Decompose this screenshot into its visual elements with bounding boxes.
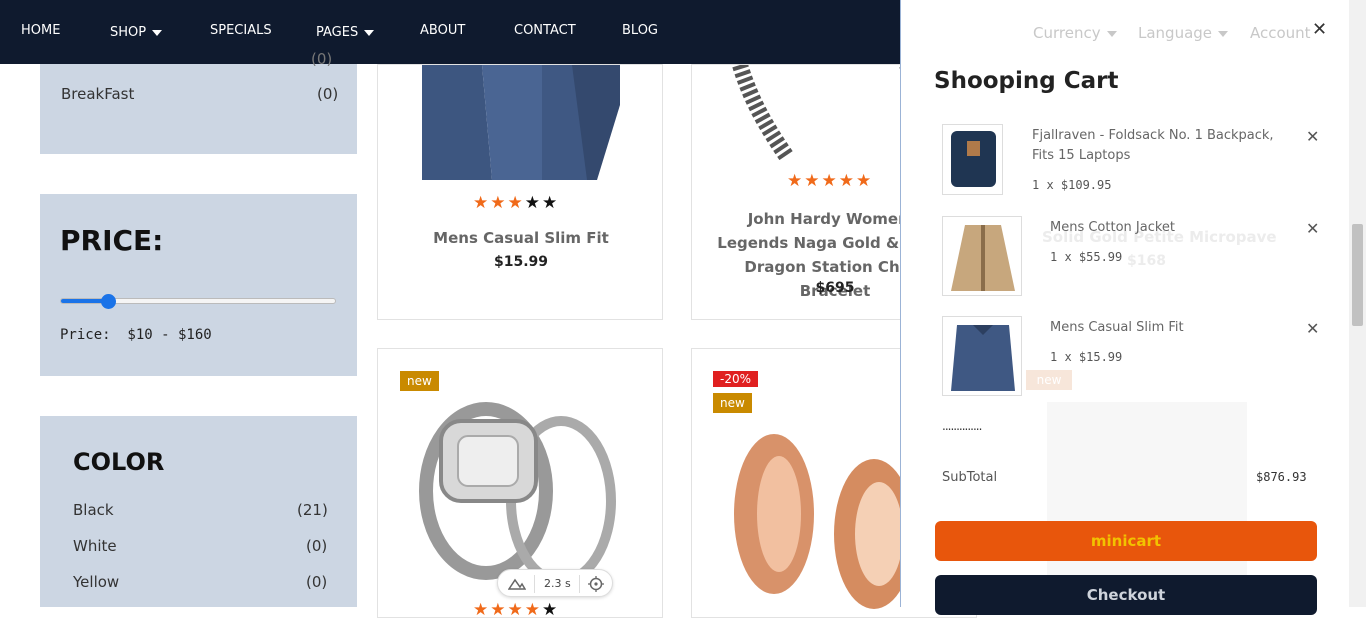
cart-item-quantity-price: 1 x $109.95 [1032,178,1112,192]
cart-item-thumbnail[interactable] [942,216,1022,296]
shirt-image [951,325,1015,391]
rating-stars: ★★★★★ [473,600,560,620]
chevron-down-icon [1218,30,1229,37]
nav-home-link[interactable]: HOME [21,23,60,38]
product-price: $15.99 [493,254,549,270]
category-item-breakfast[interactable]: BreakFast [61,85,134,103]
close-cart-button[interactable]: ✕ [1312,19,1327,40]
cart-item-quantity-price: 1 x $15.99 [1050,350,1123,364]
currency-label: Currency [1033,24,1101,42]
rating-stars: ★★★★★ [787,171,874,191]
nav-pages-dropdown[interactable]: PAGES [316,25,375,40]
color-count-white: (0) [306,537,328,555]
page-scrollbar[interactable] [1349,0,1366,607]
product-image-shirt[interactable] [422,65,620,180]
scrollbar-thumb[interactable] [1352,224,1363,326]
language-dropdown[interactable]: Language [1138,24,1229,42]
color-item-black[interactable]: Black [73,501,114,519]
nav-specials-link[interactable]: SPECIALS [210,23,272,38]
price-slider-handle[interactable] [100,294,116,309]
price-filter-title: PRICE: [60,224,164,257]
subtotal-label: SubTotal [942,470,998,485]
checkout-button[interactable]: Checkout [935,575,1317,615]
color-filter-box: COLOR Black (21) White (0) Yellow (0) [40,416,357,607]
overlay-divider [534,575,535,593]
currency-dropdown[interactable]: Currency [1033,24,1117,42]
remove-item-button[interactable]: ✕ [1306,219,1319,238]
color-item-white[interactable]: White [73,537,117,555]
nav-contact-link[interactable]: CONTACT [514,23,576,38]
product-name[interactable]: Mens Casual Slim Fit [378,229,664,247]
color-item-yellow[interactable]: Yellow [73,573,119,591]
overlay-divider [579,575,580,593]
price-filter-box: PRICE: Price: $10 - $160 [40,194,357,376]
category-count: (0) [317,85,339,103]
color-count-yellow: (0) [306,573,328,591]
new-badge: new [713,393,752,413]
remove-item-button[interactable]: ✕ [1306,319,1319,338]
color-filter-title: COLOR [73,448,165,476]
color-count-black: (21) [297,501,328,519]
nav-pages-label: PAGES [316,25,359,40]
cart-item-name[interactable]: Fjallraven - Foldsack No. 1 Backpack, Fi… [1032,126,1292,166]
cart-item-quantity-price: 1 x $55.99 [1050,250,1123,264]
product-card[interactable]: ★★★★★ Mens Casual Slim Fit $15.99 [377,64,663,320]
nav-shop-dropdown[interactable]: SHOP [110,25,163,40]
price-slider[interactable] [60,294,336,309]
minicart-button[interactable]: minicart [935,521,1317,561]
crosshair-icon[interactable] [588,576,604,592]
cart-title: Shooping Cart [934,68,1119,94]
account-link[interactable]: Account [1250,24,1311,42]
cart-item-name[interactable]: Mens Cotton Jacket [1050,218,1290,238]
price-range-label: Price: $10 - $160 [60,327,212,343]
remove-item-button[interactable]: ✕ [1306,127,1319,146]
rating-stars: ★★★★★ [473,193,560,213]
category-filter-box: (0) BreakFast (0) [40,50,357,154]
jacket-image [951,225,1015,291]
subtotal-value: $876.93 [1256,470,1307,484]
mountain-icon [508,578,526,590]
sale-badge: -20% [713,371,759,387]
chevron-down-icon [364,29,375,36]
nav-blog-link[interactable]: BLOG [622,23,658,38]
shopping-cart-panel: Currency Language Account Solid Gold Pet… [900,0,1350,615]
cart-item-name[interactable]: Mens Casual Slim Fit [1050,318,1290,338]
load-time-label: 2.3 s [544,577,571,590]
nav-shop-label: SHOP [110,25,147,40]
language-label: Language [1138,24,1213,42]
background-new-badge: new [1026,370,1072,390]
performance-overlay: 2.3 s [497,569,613,597]
new-badge: new [400,371,439,391]
cart-item-thumbnail[interactable] [942,316,1022,396]
backpack-image [951,131,996,187]
chevron-down-icon [152,29,163,36]
chevron-down-icon [1106,30,1117,37]
nav-about-link[interactable]: ABOUT [420,23,465,38]
cart-item-thumbnail[interactable] [942,124,1003,195]
category-count-partial: (0) [311,50,333,68]
product-image-ring[interactable] [416,401,626,591]
background-product-price: $168 [1127,253,1166,269]
cart-divider-dots: .............. [942,419,982,433]
